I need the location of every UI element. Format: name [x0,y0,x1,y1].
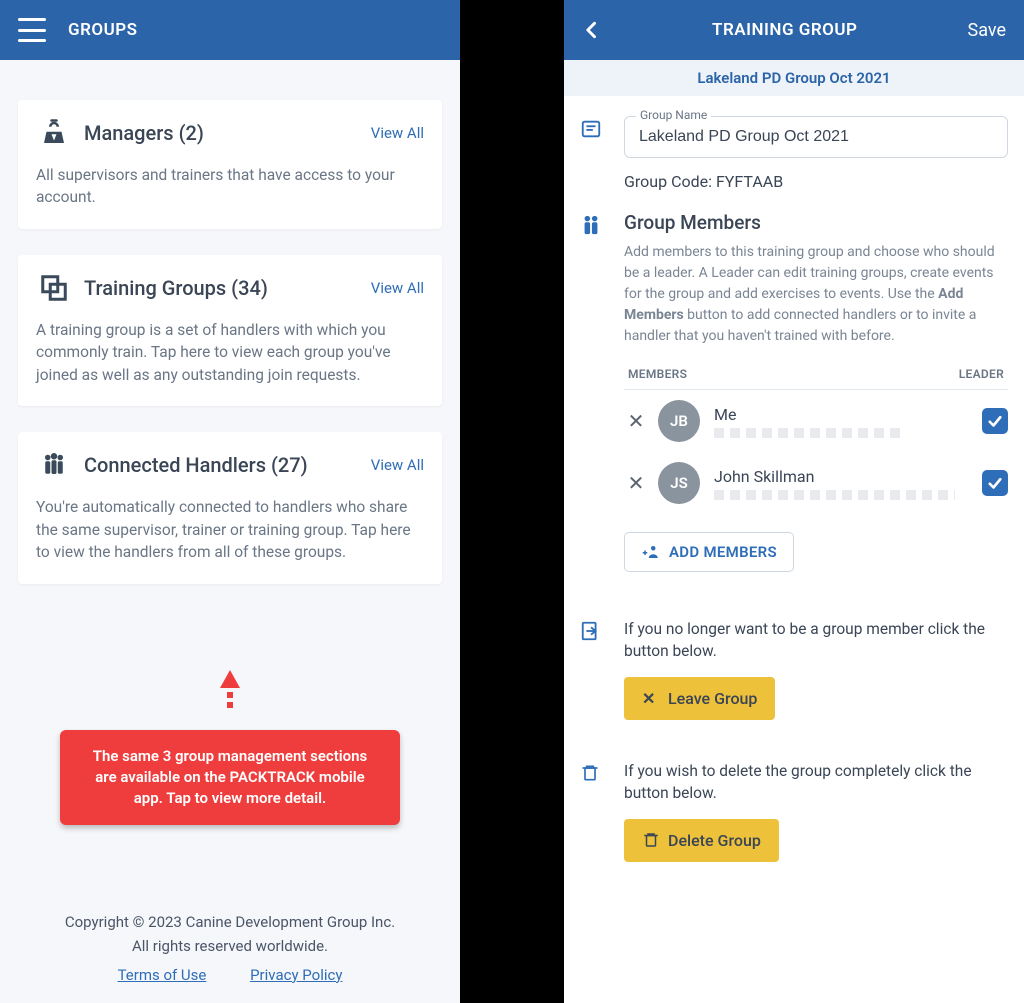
privacy-link[interactable]: Privacy Policy [250,966,342,984]
groups-body: Managers (2) View All All supervisors an… [0,60,460,1003]
leave-group-label: Leave Group [668,689,757,708]
connected-handlers-icon [36,450,72,480]
menu-icon[interactable] [18,18,46,42]
footer-rights: All rights reserved worldwide. [20,935,440,958]
training-group-header: TRAINING GROUP Save [564,0,1024,60]
training-groups-desc: A training group is a set of handlers wi… [36,319,424,386]
leader-checkbox[interactable] [982,470,1008,496]
add-members-label: ADD MEMBERS [669,543,777,561]
connected-handlers-title: Connected Handlers (27) [84,453,371,477]
member-subtext [714,490,955,500]
leave-group-button[interactable]: ✕ Leave Group [624,677,775,720]
member-subtext [714,428,902,438]
members-table-header: MEMBERS LEADER [624,367,1008,390]
managers-icon [36,118,72,148]
training-groups-view-all[interactable]: View All [371,279,424,297]
member-name: John Skillman [714,467,982,486]
form-icon [580,118,606,140]
member-row: ✕ JB Me [624,390,1008,452]
info-callout: The same 3 group management sections are… [60,730,400,825]
footer: Copyright © 2023 Canine Development Grou… [0,911,460,987]
add-members-icon [641,543,661,561]
close-icon: ✕ [642,689,660,707]
managers-title: Managers (2) [84,121,371,145]
member-row: ✕ JS John Skillman [624,452,1008,514]
training-group-header-title: TRAINING GROUP [602,20,968,40]
save-button[interactable]: Save [968,20,1007,41]
footer-copyright: Copyright © 2023 Canine Development Grou… [20,911,440,934]
callout-arrow-icon [220,670,240,720]
managers-card[interactable]: Managers (2) View All All supervisors an… [18,100,442,229]
group-code-text: Group Code: FYFTAAB [624,172,1008,191]
training-group-subheader: Lakeland PD Group Oct 2021 [564,60,1024,96]
groups-header: GROUPS [0,0,460,60]
member-avatar: JS [658,462,700,504]
terms-link[interactable]: Terms of Use [118,966,207,984]
group-members-section: Group Members Add members to this traini… [580,211,1008,572]
leave-group-section: If you no longer want to be a group memb… [580,618,1008,720]
member-name: Me [714,405,982,424]
back-icon[interactable] [582,18,602,42]
groups-header-title: GROUPS [68,20,138,40]
group-name-label: Group Name [636,108,711,122]
screens-divider [460,0,564,1003]
leader-checkbox[interactable] [982,408,1008,434]
trash-small-icon [642,831,660,849]
training-group-body: Group Name Group Code: FYFTAAB Group Mem… [564,96,1024,1003]
connected-handlers-view-all[interactable]: View All [371,456,424,474]
group-members-title: Group Members [624,211,1008,234]
leader-col-header: LEADER [959,367,1004,381]
delete-group-label: Delete Group [668,831,761,850]
training-groups-card[interactable]: Training Groups (34) View All A training… [18,255,442,406]
connected-handlers-desc: You're automatically connected to handle… [36,496,424,563]
groups-screen: GROUPS Managers (2) View All All supervi… [0,0,460,1003]
training-group-screen: TRAINING GROUP Save Lakeland PD Group Oc… [564,0,1024,1003]
delete-group-desc: If you wish to delete the group complete… [624,760,1008,805]
delete-group-button[interactable]: Delete Group [624,819,779,862]
leave-group-desc: If you no longer want to be a group memb… [624,618,1008,663]
group-name-input[interactable] [624,116,1008,158]
group-members-desc: Add members to this training group and c… [624,242,1008,347]
connected-handlers-card[interactable]: Connected Handlers (27) View All You're … [18,432,442,583]
managers-desc: All supervisors and trainers that have a… [36,164,424,209]
member-avatar: JB [658,400,700,442]
training-groups-icon [36,273,72,303]
leave-icon [580,620,606,642]
remove-member-icon[interactable]: ✕ [624,409,648,433]
training-groups-title: Training Groups (34) [84,276,371,300]
members-col-header: MEMBERS [628,367,959,381]
delete-group-section: If you wish to delete the group complete… [580,760,1008,862]
remove-member-icon[interactable]: ✕ [624,471,648,495]
members-icon [580,213,606,237]
group-name-section: Group Name Group Code: FYFTAAB [580,116,1008,191]
managers-view-all[interactable]: View All [371,124,424,142]
add-members-button[interactable]: ADD MEMBERS [624,532,794,572]
trash-icon [580,762,606,784]
